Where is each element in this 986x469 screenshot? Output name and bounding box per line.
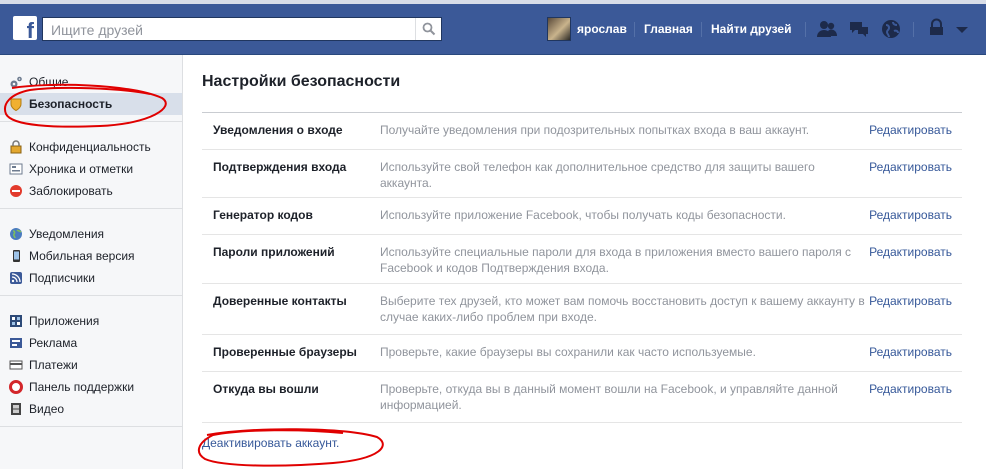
timeline-icon	[9, 162, 23, 176]
avatar	[547, 17, 571, 41]
sidebar-item[interactable]: Безопасность	[0, 93, 182, 115]
settings-row-description: Используйте специальные пароли для входа…	[380, 245, 852, 275]
search-box	[42, 17, 442, 41]
settings-sidebar: Общие Безопасность Конфиденциальность Хрони…	[0, 55, 183, 469]
settings-row: Доверенные контакты Выберите тех друзей, …	[202, 284, 962, 335]
sidebar-item-label: Хроника и отметки	[29, 162, 134, 176]
settings-row-description: Используйте свой телефон как дополнитель…	[380, 160, 815, 190]
nav-divider	[805, 22, 806, 37]
user-name: ярослав	[577, 22, 627, 36]
edit-link[interactable]: Редактировать	[869, 344, 952, 360]
sidebar-item-label: Реклама	[29, 336, 78, 350]
settings-row-label: Генератор кодов	[213, 208, 313, 222]
sidebar-item[interactable]: Подписчики	[0, 267, 182, 289]
settings-row: Уведомления о входе Получайте уведомления…	[202, 113, 962, 150]
edit-link[interactable]: Редактировать	[869, 381, 952, 397]
search-icon	[422, 22, 436, 36]
sidebar-group: Уведомления Мобильная версия Подписчики	[0, 209, 182, 296]
deactivate-account-link[interactable]: Деактивировать аккаунт.	[202, 436, 339, 450]
settings-row-description: Выберите тех друзей, кто может вам помоч…	[380, 294, 865, 324]
apps-icon	[9, 314, 23, 328]
home-link[interactable]: Главная	[644, 22, 693, 36]
gear-icon	[9, 75, 23, 89]
sidebar-item[interactable]: Общие	[0, 71, 182, 93]
sidebar-item[interactable]: Мобильная версия	[0, 245, 182, 267]
account-menu-chevron-icon[interactable]	[953, 17, 971, 41]
settings-row-label: Проверенные браузеры	[213, 345, 357, 359]
sidebar-item-label: Подписчики	[29, 271, 96, 285]
edit-link[interactable]: Редактировать	[869, 159, 952, 175]
payments-icon	[9, 358, 23, 372]
settings-row-label: Доверенные контакты	[213, 294, 347, 308]
edit-link[interactable]: Редактировать	[869, 293, 952, 309]
video-icon	[9, 402, 23, 416]
sidebar-item-label: Общие	[29, 75, 69, 89]
sidebar-item-label: Безопасность	[29, 97, 113, 111]
profile-link[interactable]: ярослав	[547, 17, 627, 41]
support-icon	[9, 380, 23, 394]
sidebar-item[interactable]: Уведомления	[0, 223, 182, 245]
nav-divider	[913, 22, 914, 37]
settings-row-description: Используйте приложение Facebook, чтобы п…	[380, 208, 786, 222]
find-friends-link[interactable]: Найти друзей	[711, 22, 791, 36]
ads-icon	[9, 336, 23, 350]
settings-row: Проверенные браузеры Проверьте, какие бра…	[202, 335, 962, 372]
page-title: Настройки безопасности	[202, 73, 401, 90]
settings-row-label: Подтверждения входа	[213, 160, 347, 174]
edit-link[interactable]: Редактировать	[869, 122, 952, 138]
sidebar-item-label: Мобильная версия	[29, 249, 135, 263]
shield-icon	[9, 97, 23, 112]
sidebar-item[interactable]: Реклама	[0, 332, 182, 354]
facebook-logo[interactable]: f	[13, 16, 37, 40]
edit-link[interactable]: Редактировать	[869, 207, 952, 223]
sidebar-item[interactable]: Видео	[0, 398, 182, 420]
friend-requests-icon[interactable]	[815, 17, 839, 41]
settings-row: Генератор кодов Используйте приложение Fa…	[202, 198, 962, 235]
settings-row-label: Откуда вы вошли	[213, 382, 319, 396]
settings-row-description: Получайте уведомления при подозрительных…	[380, 123, 810, 137]
block-icon	[9, 184, 23, 198]
edit-link[interactable]: Редактировать	[869, 244, 952, 260]
privacy-shortcuts-icon[interactable]	[925, 17, 949, 41]
mobile-icon	[9, 249, 23, 263]
settings-row: Пароли приложений Используйте специальные…	[202, 235, 962, 284]
page-content: Общие Безопасность Конфиденциальность Хрони…	[0, 55, 986, 469]
settings-row: Подтверждения входа Используйте свой теле…	[202, 150, 962, 198]
sidebar-item-label: Конфиденциальность	[29, 140, 151, 154]
search-input[interactable]	[49, 19, 413, 41]
nav-divider	[701, 22, 702, 37]
sidebar-item-label: Уведомления	[29, 227, 105, 241]
settings-row: Откуда вы вошли Проверьте, откуда вы в да…	[202, 372, 962, 423]
settings-row-label: Пароли приложений	[213, 245, 335, 259]
settings-row-label: Уведомления о входе	[213, 123, 343, 137]
sidebar-item[interactable]: Конфиденциальность	[0, 136, 182, 158]
sidebar-item[interactable]: Панель поддержки	[0, 376, 182, 398]
settings-row-description: Проверьте, откуда вы в данный момент вош…	[380, 382, 838, 412]
messages-icon[interactable]	[847, 17, 871, 41]
sidebar-item[interactable]: Приложения	[0, 310, 182, 332]
sidebar-item-label: Видео	[29, 402, 65, 416]
sidebar-item-label: Платежи	[29, 358, 78, 372]
nav-divider	[634, 22, 635, 37]
settings-row-description: Проверьте, какие браузеры вы сохранили к…	[380, 345, 756, 359]
sidebar-item[interactable]: Хроника и отметки	[0, 158, 182, 180]
search-button[interactable]	[415, 18, 441, 40]
sidebar-item[interactable]: Платежи	[0, 354, 182, 376]
sidebar-item-label: Панель поддержки	[29, 380, 135, 394]
settings-table: Уведомления о входе Получайте уведомления…	[202, 112, 962, 423]
globe-icon	[9, 227, 23, 241]
notifications-globe-icon[interactable]	[879, 17, 903, 41]
sidebar-group: Приложения Реклама Платежи Панель поддержки…	[0, 296, 182, 427]
rss-icon	[9, 271, 23, 285]
sidebar-group: Общие Безопасность	[0, 55, 182, 122]
top-navigation-bar: f ярослав Главная Найти друзей	[0, 4, 986, 55]
sidebar-item-label: Приложения	[29, 314, 100, 328]
sidebar-group: Конфиденциальность Хроника и отметки Забло…	[0, 122, 182, 209]
sidebar-item[interactable]: Заблокировать	[0, 180, 182, 202]
lock-icon	[9, 140, 23, 154]
sidebar-item-label: Заблокировать	[29, 184, 113, 198]
